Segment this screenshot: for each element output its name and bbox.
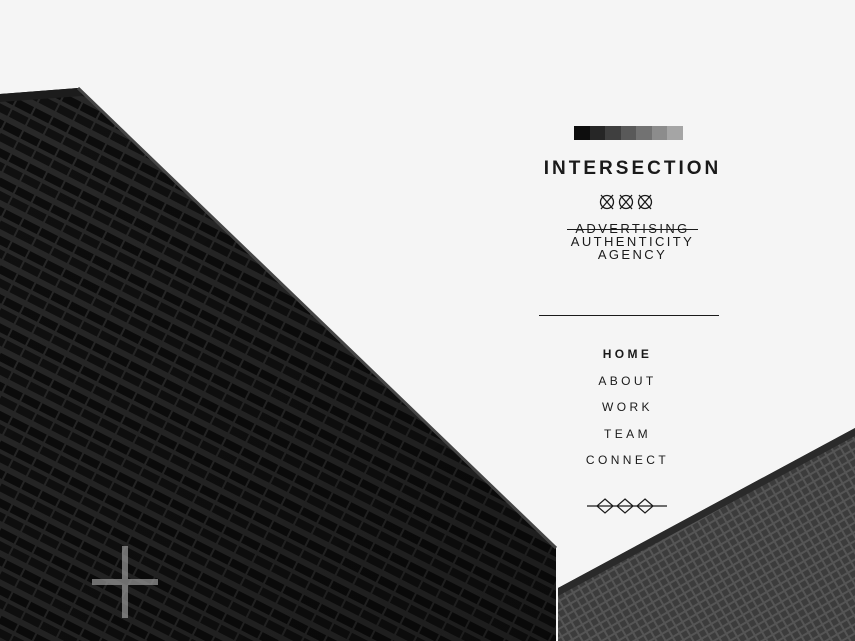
swatch [589,126,605,140]
triple-crossed-circles-icon [599,194,653,210]
tagline-line-3: AGENCY [597,247,668,262]
divider [539,315,719,316]
swatch [636,126,652,140]
nav-about[interactable]: ABOUT [540,372,715,399]
main-nav: HOME ABOUT WORK TEAM CONNECT [540,345,715,478]
color-swatch-strip [574,126,683,140]
swatch [605,126,621,140]
nav-home[interactable]: HOME [540,345,715,372]
tagline-struck-word: ADVERTISING [567,221,698,236]
swatch [651,126,667,140]
triple-diamond-icon [587,498,667,514]
tagline: ADVERTISING AUTHENTICITY AGENCY [540,222,725,261]
plus-icon [92,546,158,618]
nav-work[interactable]: WORK [540,398,715,425]
nav-team[interactable]: TEAM [540,425,715,452]
swatch [620,126,636,140]
swatch [667,126,683,140]
brand-title: INTERSECTION [543,158,722,179]
swatch [574,126,590,140]
nav-connect[interactable]: CONNECT [540,451,715,478]
